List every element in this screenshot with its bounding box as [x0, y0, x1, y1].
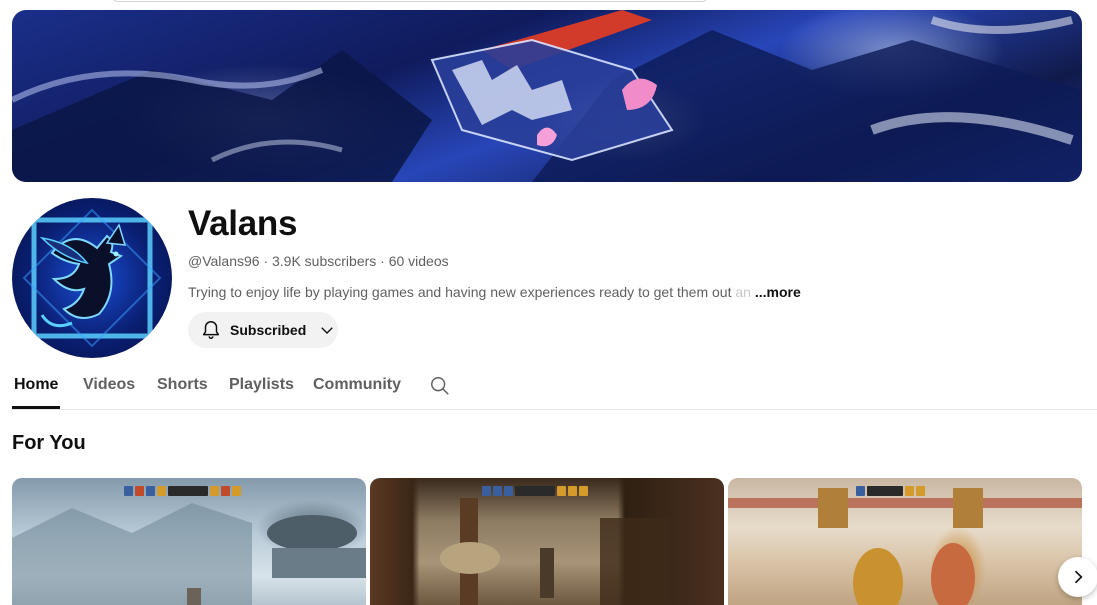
video-thumbnail[interactable] — [370, 478, 724, 605]
tab-videos[interactable]: Videos — [83, 376, 135, 394]
channel-meta: @Valans96 · 3.9K subscribers · 60 videos — [188, 253, 449, 269]
subscribed-button[interactable]: Subscribed — [188, 312, 338, 348]
video-thumbnail[interactable] — [12, 478, 366, 605]
channel-avatar[interactable] — [12, 198, 172, 358]
channel-description-fade: an — [735, 284, 751, 300]
chevron-right-icon — [1074, 570, 1083, 584]
thumbnail-scene — [728, 488, 1082, 605]
active-tab-indicator — [12, 406, 60, 409]
search-bar-edge[interactable] — [112, 0, 708, 2]
channel-description[interactable]: Trying to enjoy life by playing games an… — [188, 284, 801, 300]
subscribed-label: Subscribed — [230, 322, 307, 338]
section-title: For You — [12, 432, 86, 454]
channel-banner — [12, 10, 1082, 182]
tab-home[interactable]: Home — [14, 376, 58, 394]
bell-icon — [202, 321, 220, 339]
tab-community[interactable]: Community — [313, 376, 401, 394]
thumbnail-scene — [440, 498, 670, 605]
channel-tabs: Home Videos Shorts Playlists Community — [12, 364, 1097, 410]
more-link[interactable]: ...more — [755, 284, 801, 300]
search-icon[interactable] — [429, 375, 451, 402]
tab-playlists[interactable]: Playlists — [229, 376, 294, 394]
tab-shorts[interactable]: Shorts — [157, 376, 208, 394]
video-thumbnail[interactable] — [728, 478, 1082, 605]
banner-artwork — [12, 10, 1082, 182]
chevron-down-icon — [318, 321, 336, 339]
dragon-logo-icon — [22, 208, 162, 348]
thumbnail-scene — [12, 503, 366, 605]
channel-description-text: Trying to enjoy life by playing games an… — [188, 284, 736, 300]
carousel-next-button[interactable] — [1058, 557, 1097, 597]
channel-name: Valans — [188, 204, 298, 243]
